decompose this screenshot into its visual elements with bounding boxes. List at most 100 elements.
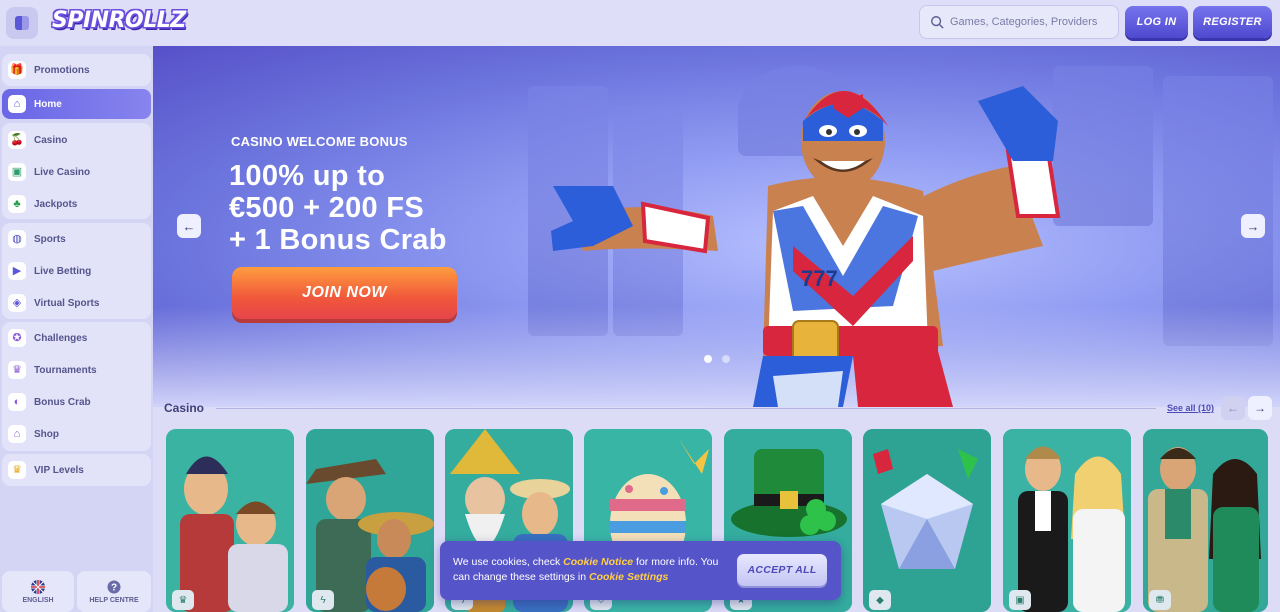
sidebar-item-label: Shop [34,428,59,440]
sidebar-group-sports: ◍ Sports ▶ Live Betting ◈ Virtual Sports [2,223,151,319]
home-icon: ⌂ [8,95,26,113]
sidebar-item-virtual-sports[interactable]: ◈ Virtual Sports [2,288,151,318]
help-centre-button[interactable]: ? HELP CENTRE [77,571,151,612]
pagination-dot[interactable] [722,355,730,363]
banner-headline-line: €500 + 200 FS [229,192,424,224]
sidebar-item-label: Jackpots [34,198,78,210]
language-button[interactable]: ENGLISH [2,571,74,612]
join-now-button[interactable]: JOIN NOW [232,267,457,319]
top-header: SPINROLLZ LOG IN REGISTER [0,0,1280,46]
hero-banner[interactable]: 777 CASINO WELCOME BONUS 100% up to €500… [153,46,1280,407]
game-tile-8[interactable]: ⛃ [1143,429,1268,612]
banner-headline-line: 100% up to [229,160,386,192]
pagination-dot-active[interactable] [704,355,712,363]
cookie-banner: We use cookies, check Cookie Notice for … [440,541,841,600]
sidebar-item-casino[interactable]: 🍒 Casino [2,125,151,155]
game-art [166,429,294,612]
crab-icon: ◐ [8,393,26,411]
sidebar-group-extras: ✪ Challenges ♛ Tournaments ◐ Bonus Crab ⌂ Sh… [2,322,151,451]
medal-icon: ✪ [8,329,26,347]
banner-next-button[interactable]: → [1241,214,1265,238]
sidebar-item-sports[interactable]: ◍ Sports [2,224,151,254]
banner-headline: 100% up to €500 + 200 FS + 1 Bonus Crab [229,160,529,256]
shop-icon: ⌂ [8,425,26,443]
casino-next-button[interactable]: → [1248,396,1272,420]
gamepad-icon: ◈ [8,294,26,312]
sidebar-item-label: Live Casino [34,166,91,178]
casino-prev-button[interactable]: ← [1221,396,1245,420]
game-art [863,429,991,612]
cookie-notice-link[interactable]: Cookie Notice [563,556,633,568]
sidebar-item-label: Virtual Sports [34,297,100,309]
sidebar-item-label: Tournaments [34,364,97,376]
see-all-link[interactable]: See all (10) [1167,403,1214,413]
ball-icon: ◍ [8,230,26,248]
site-logo[interactable]: SPINROLLZ [52,8,186,33]
game-art [1003,429,1131,612]
section-divider [216,408,1156,409]
arrow-left-icon: ← [182,218,196,234]
sidebar-group-casino: 🍒 Casino ▣ Live Casino ♣ Jackpots [2,123,151,219]
accept-all-button[interactable]: ACCEPT ALL [737,554,827,586]
sidebar-toggle-button[interactable] [6,7,38,39]
bolt-icon: ϟ [312,590,334,610]
banner-prev-button[interactable]: ← [177,214,201,238]
crown-icon: ♛ [172,590,194,610]
sidebar-item-label: Bonus Crab [34,396,91,408]
cookie-settings-link[interactable]: Cookie Settings [589,571,668,583]
clover-icon: ♣ [8,195,26,213]
arrow-right-icon: → [1254,401,1266,415]
arrow-left-icon: ← [1227,401,1239,415]
diamond-icon: ◆ [869,590,891,610]
language-label: ENGLISH [22,596,54,604]
sidebar-item-label: VIP Levels [34,464,84,476]
help-label: HELP CENTRE [89,596,139,604]
register-button[interactable]: REGISTER [1193,6,1272,38]
trophy-icon: ♛ [8,361,26,379]
sidebar: 🎁 Promotions ⌂ Home 🍒 Casino ▣ Live Casino ♣… [0,46,153,612]
sidebar-item-tournaments[interactable]: ♛ Tournaments [2,355,151,385]
banner-pagination [704,355,730,363]
sidebar-item-bonus-crab[interactable]: ◐ Bonus Crab [2,387,151,417]
cherries-icon: 🍒 [8,131,26,149]
game-art [306,429,434,612]
login-button[interactable]: LOG IN [1125,6,1188,38]
search-input[interactable] [950,16,1110,28]
game-art [1143,429,1268,612]
game-tile-7[interactable]: ▣ [1003,429,1131,612]
game-tile-2[interactable]: ϟ [306,429,434,612]
sidebar-item-label: Sports [34,233,66,245]
search-icon [931,16,944,29]
sidebar-item-promotions[interactable]: 🎁 Promotions [2,55,151,85]
sidebar-group-promotions: 🎁 Promotions [2,54,151,86]
chip-icon: ⛃ [1149,590,1171,610]
arrow-right-icon: → [1246,218,1260,234]
sidebar-group-vip: ♛ VIP Levels [2,454,151,486]
uk-flag-icon [31,579,45,594]
svg-text:?: ? [111,582,117,593]
sidebar-item-vip-levels[interactable]: ♛ VIP Levels [2,455,151,485]
gift-icon: 🎁 [8,61,26,79]
sidebar-item-shop[interactable]: ⌂ Shop [2,419,151,449]
game-tile-6[interactable]: ◆ [863,429,991,612]
game-tile-1[interactable]: ♛ [166,429,294,612]
crown-icon: ♛ [8,461,26,479]
sidebar-item-jackpots[interactable]: ♣ Jackpots [2,189,151,219]
svg-text:777: 777 [801,266,838,291]
banner-headline-line: + 1 Bonus Crab [229,224,447,256]
cards-icon: ▣ [1009,590,1031,610]
sidebar-item-live-betting[interactable]: ▶ Live Betting [2,256,151,286]
sidebar-item-label: Casino [34,134,68,146]
search-box[interactable] [919,5,1119,39]
sidebar-item-label: Live Betting [34,265,92,277]
sidebar-item-live-casino[interactable]: ▣ Live Casino [2,157,151,187]
play-icon: ▶ [8,262,26,280]
casino-section-title: Casino [164,401,205,415]
banner-kicker: CASINO WELCOME BONUS [231,134,408,149]
sidebar-item-challenges[interactable]: ✪ Challenges [2,323,151,353]
sidebar-icon [15,16,29,30]
sidebar-item-label: Home [34,98,62,110]
sidebar-item-home[interactable]: ⌂ Home [2,89,151,119]
sidebar-item-label: Promotions [34,64,90,76]
cookie-text: We use cookies, check Cookie Notice for … [453,555,738,585]
